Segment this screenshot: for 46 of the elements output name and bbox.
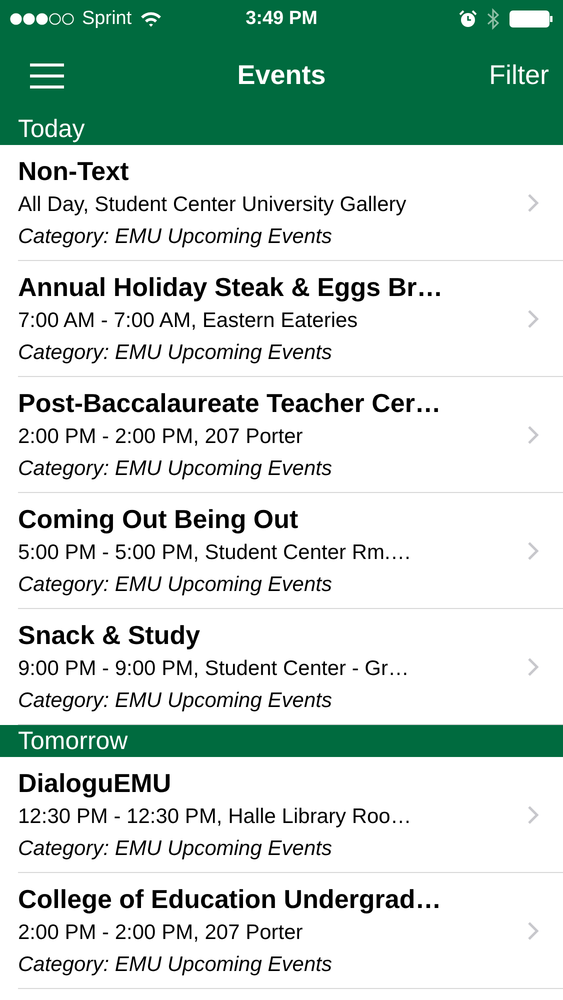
- chevron-icon: [527, 308, 539, 328]
- battery-icon: [509, 10, 553, 28]
- event-details: All Day, Student Center University Gallery: [18, 192, 408, 218]
- chevron-icon: [527, 424, 539, 444]
- event-category: Category: EMU Upcoming Events: [18, 688, 333, 714]
- event-category: Category: EMU Upcoming Events: [18, 340, 333, 366]
- status-time: 3:49 PM: [246, 8, 318, 30]
- event-title: Non-Text: [18, 154, 130, 188]
- event-row[interactable]: Post-Baccalaureate Teacher Cer… 2:00 PM - 2:00 PM, 207 Porter Category: EMU Upcoming Events: [18, 377, 563, 493]
- event-category: Category: EMU Upcoming Events: [18, 224, 333, 250]
- section-title: Tomorrow: [18, 727, 128, 755]
- event-category: Category: EMU Upcoming Events: [18, 836, 333, 862]
- event-row[interactable]: Non-Text All Day, Student Center University Gallery Category: EMU Upcoming Events: [18, 145, 563, 261]
- menu-button[interactable]: [30, 62, 64, 88]
- chevron-icon: [527, 540, 539, 560]
- event-category: Category: EMU Upcoming Events: [18, 456, 333, 482]
- event-title: Post-Baccalaureate Teacher Cer…: [18, 386, 442, 420]
- alarm-clock-icon: [459, 10, 477, 28]
- event-title: Annual Holiday Steak & Eggs Br…: [18, 270, 444, 304]
- wifi-icon: [140, 11, 162, 27]
- event-category: Category: EMU Upcoming Events: [18, 952, 333, 978]
- event-row[interactable]: Annual Holiday Steak & Eggs Br… 7:00 AM - 7:00 AM, Eastern Eateries Category: EMU Upcoming Events: [18, 261, 563, 377]
- carrier-name: Sprint: [82, 8, 132, 30]
- section-title: Today: [18, 115, 85, 143]
- chevron-icon: [527, 804, 539, 824]
- event-title: Snack & Study: [18, 618, 202, 652]
- event-details: 2:00 PM - 2:00 PM, 207 Porter: [18, 920, 304, 946]
- event-row[interactable]: DialoguEMU 12:30 PM - 12:30 PM, Halle Library Roo… Category: EMU Upcoming Events: [18, 757, 563, 873]
- event-details: 9:00 PM - 9:00 PM, Student Center - Gr…: [18, 656, 410, 682]
- event-title: College of Education Undergrad…: [18, 882, 442, 916]
- chevron-icon: [527, 656, 539, 676]
- event-details: 5:00 PM - 5:00 PM, Student Center Rm.…: [18, 540, 412, 566]
- event-details: 7:00 AM - 7:00 AM, Eastern Eateries: [18, 308, 359, 334]
- chevron-icon: [527, 920, 539, 940]
- event-details: 12:30 PM - 12:30 PM, Halle Library Roo…: [18, 804, 412, 830]
- page-title: Events: [237, 60, 326, 91]
- filter-button[interactable]: Filter: [489, 60, 549, 91]
- event-title: DialoguEMU: [18, 766, 172, 800]
- chevron-icon: [527, 192, 539, 212]
- event-row[interactable]: Coming Out Being Out 5:00 PM - 5:00 PM, Student Center Rm.… Category: EMU Upcoming Events: [18, 493, 563, 609]
- event-details: 2:00 PM - 2:00 PM, 207 Porter: [18, 424, 304, 450]
- bluetooth-icon: [487, 8, 499, 30]
- event-row[interactable]: College of Education Undergrad… 2:00 PM - 2:00 PM, 207 Porter Category: EMU Upcoming Events: [18, 873, 563, 989]
- event-category: Category: EMU Upcoming Events: [18, 572, 333, 598]
- event-title: Coming Out Being Out: [18, 502, 300, 536]
- signal-icon: [10, 12, 74, 26]
